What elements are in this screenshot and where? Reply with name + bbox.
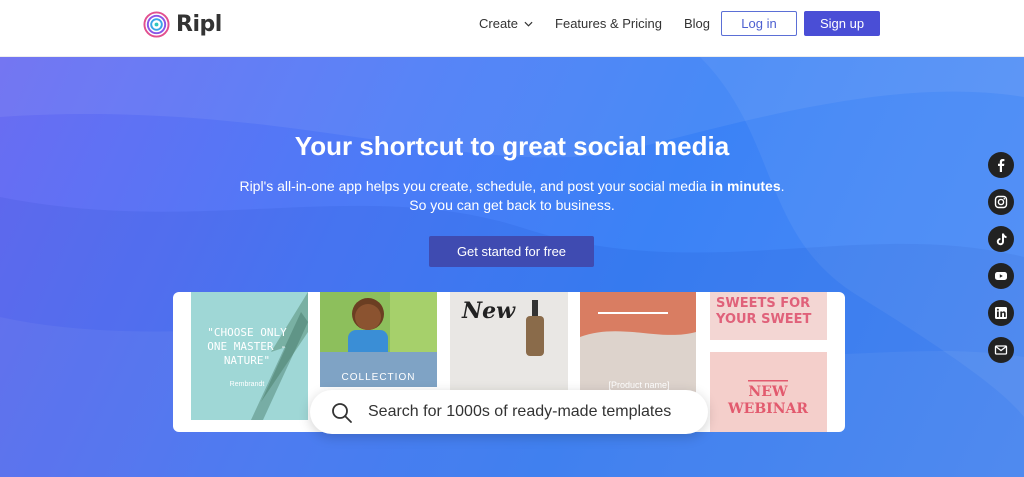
search-placeholder: Search for 1000s of ready-made templates (368, 403, 672, 420)
tile-webinar-text: NEW WEBINAR (727, 384, 809, 417)
linkedin-icon[interactable] (988, 300, 1014, 326)
search-icon (332, 403, 352, 423)
template-tile-webinar[interactable]: NEW WEBINAR (710, 352, 827, 432)
facebook-glyph (998, 159, 1005, 172)
ripl-logo-icon (143, 11, 170, 38)
template-tile-nature-quote[interactable]: "CHOOSE ONLY ONE MASTER - NATURE" Rembra… (191, 292, 308, 420)
tile-new-text: New (462, 298, 516, 324)
tile-collection-text: COLLECTION (341, 372, 416, 383)
instagram-glyph (994, 195, 1008, 209)
tiktok-icon[interactable] (988, 226, 1014, 252)
mail-icon[interactable] (988, 337, 1014, 363)
hero-title: Your shortcut to great social media (294, 131, 730, 161)
mail-glyph (994, 345, 1008, 355)
login-button[interactable]: Log in (721, 11, 797, 36)
chevron-down-icon (524, 21, 533, 27)
template-tile-child-collection[interactable]: COLLECTION (320, 292, 437, 387)
tile-quote-text: "CHOOSE ONLY ONE MASTER - NATURE" (207, 326, 287, 367)
hero-subtitle: Ripl's all-in-one app helps you create, … (0, 177, 1024, 215)
youtube-icon[interactable] (988, 263, 1014, 289)
nav-features-pricing-link[interactable]: Features & Pricing (555, 16, 662, 31)
tiktok-glyph (996, 233, 1007, 246)
instagram-icon[interactable] (988, 189, 1014, 215)
nav-create-menu[interactable]: Create (479, 16, 533, 31)
youtube-glyph (995, 272, 1007, 280)
template-search-bar[interactable]: Search for 1000s of ready-made templates (310, 390, 708, 434)
tile-sweets-text: SWEETS FOR YOUR SWEET (716, 296, 812, 327)
hero-subtitle-end: . (780, 178, 785, 194)
get-started-button[interactable]: Get started for free (429, 236, 594, 267)
template-tile-sweets[interactable]: SWEETS FOR YOUR SWEET (710, 292, 827, 340)
facebook-icon[interactable] (988, 152, 1014, 178)
hero-subtitle-text: Ripl's all-in-one app helps you create, … (239, 178, 711, 194)
logo-text: Ripl (176, 12, 222, 37)
top-navigation: Ripl Create Features & Pricing Blog Log … (0, 0, 1024, 57)
nav-blog-link[interactable]: Blog (684, 16, 710, 31)
signup-button[interactable]: Sign up (804, 11, 880, 36)
nav-links: Create Features & Pricing Blog (479, 16, 710, 31)
tile-quote-author: Rembrandt (229, 381, 265, 388)
template-tile-new-product[interactable]: New (450, 292, 568, 390)
ripl-logo[interactable]: Ripl (143, 11, 222, 38)
linkedin-glyph (995, 307, 1007, 319)
hero-subtitle-line2: So you can get back to business. (409, 197, 615, 213)
hero-subtitle-bold: in minutes (710, 178, 781, 194)
nav-create-label: Create (479, 16, 519, 31)
